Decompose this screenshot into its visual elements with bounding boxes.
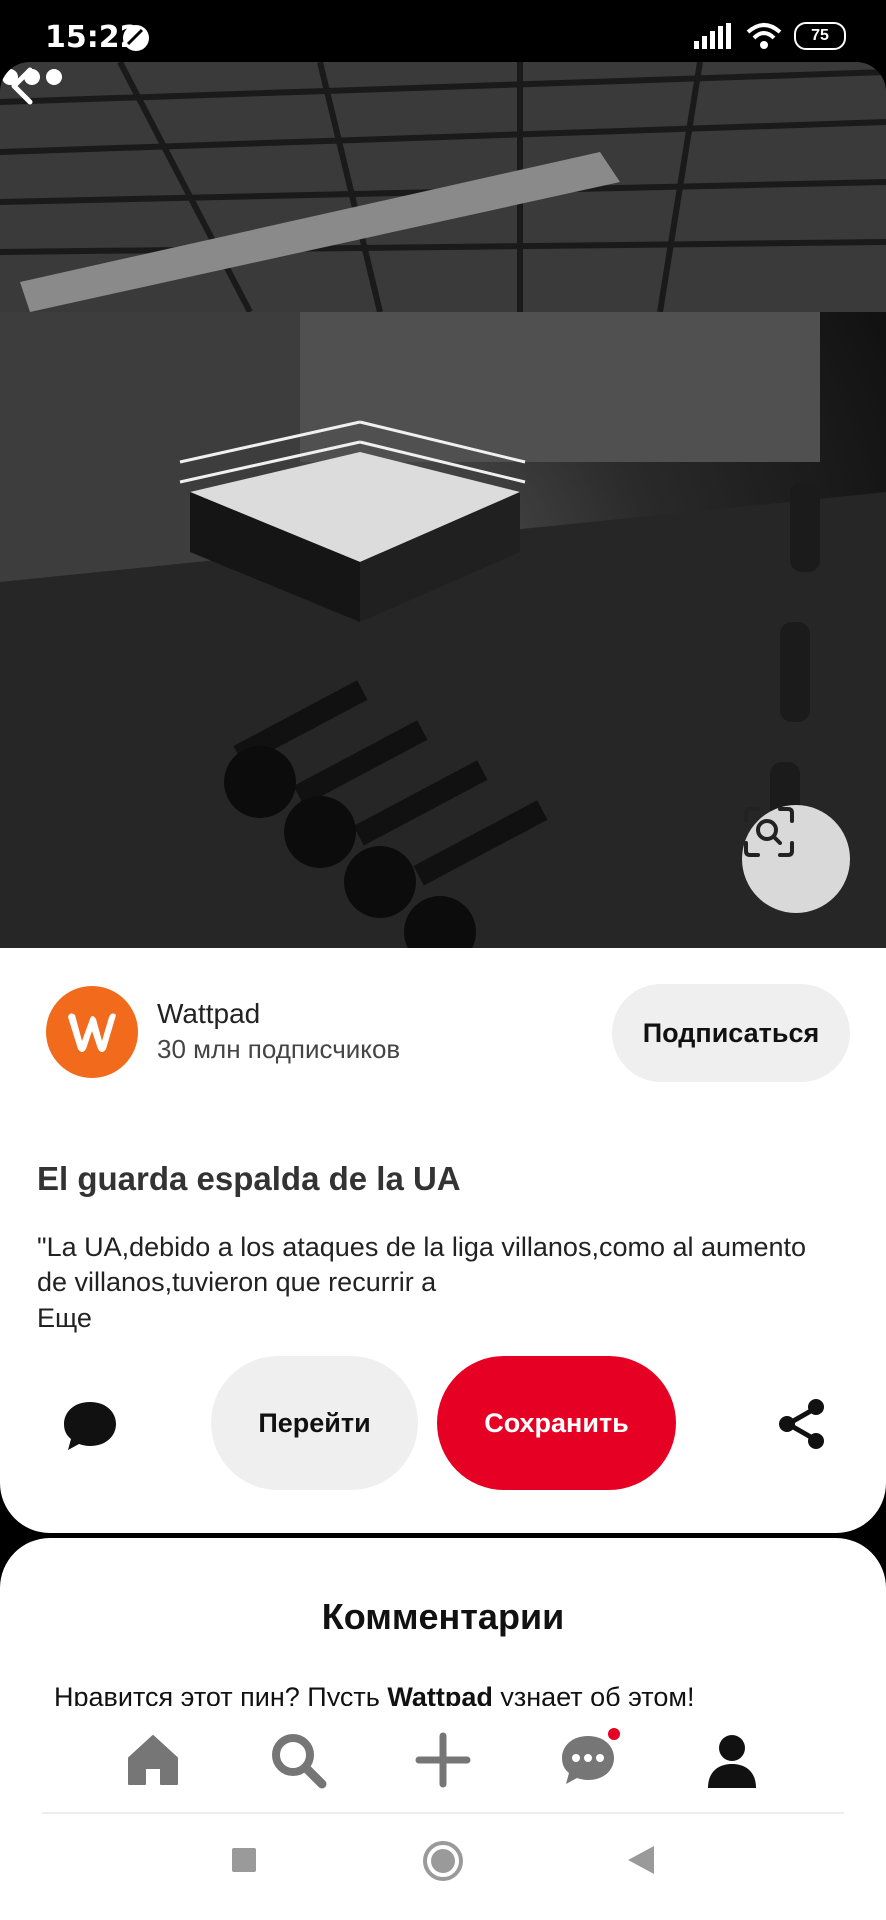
notification-dot	[608, 1728, 620, 1740]
comments-hint: Нравится этот пин? Пусть Wattpad узнает …	[54, 1682, 694, 1708]
comments-hint-creator[interactable]: Wattpad	[387, 1682, 492, 1708]
visual-search-button[interactable]	[742, 805, 850, 913]
back-triangle-icon[interactable]	[626, 1844, 656, 1876]
pin-description: "La UA,debido a los ataques de la liga v…	[37, 1232, 807, 1297]
comment-icon[interactable]	[60, 1396, 120, 1456]
comments-hint-prefix: Нравится этот пин? Пусть	[54, 1682, 388, 1708]
battery-indicator: 75	[794, 22, 846, 50]
system-navigation	[0, 1814, 886, 1920]
profile-icon[interactable]	[700, 1728, 764, 1792]
signal-icon	[694, 23, 731, 49]
read-more-link[interactable]: Еще	[37, 1303, 92, 1334]
creator-name[interactable]: Wattpad	[157, 998, 260, 1030]
share-icon[interactable]	[774, 1396, 830, 1452]
pin-details-card: Wattpad 30 млн подписчиков Подписаться E…	[0, 948, 886, 1533]
moon-icon	[123, 25, 149, 51]
comments-hint-suffix: узнает об этом!	[492, 1682, 695, 1708]
save-button[interactable]: Сохранить	[437, 1356, 676, 1490]
bottom-navigation	[0, 1706, 886, 1814]
pin-image[interactable]	[0, 62, 886, 950]
follow-button[interactable]: Подписаться	[612, 984, 850, 1082]
visit-button[interactable]: Перейти	[211, 1356, 418, 1490]
wifi-icon	[746, 23, 782, 49]
creator-followers: 30 млн подписчиков	[157, 1034, 401, 1064]
messages-button[interactable]	[556, 1728, 620, 1792]
pin-title: El guarda espalda de la UA	[37, 1160, 461, 1197]
visual-search-icon	[744, 807, 794, 857]
search-icon[interactable]	[266, 1728, 330, 1792]
comments-title: Комментарии	[321, 1596, 565, 1637]
home-circle-icon[interactable]	[422, 1840, 464, 1882]
home-icon[interactable]	[121, 1728, 185, 1792]
more-options-icon[interactable]	[0, 62, 64, 92]
recent-apps-icon[interactable]	[230, 1846, 258, 1874]
status-bar: 15:22 75	[0, 0, 886, 66]
wattpad-logo-icon	[68, 1013, 116, 1052]
creator-avatar[interactable]	[46, 986, 138, 1078]
plus-icon[interactable]	[411, 1728, 475, 1792]
